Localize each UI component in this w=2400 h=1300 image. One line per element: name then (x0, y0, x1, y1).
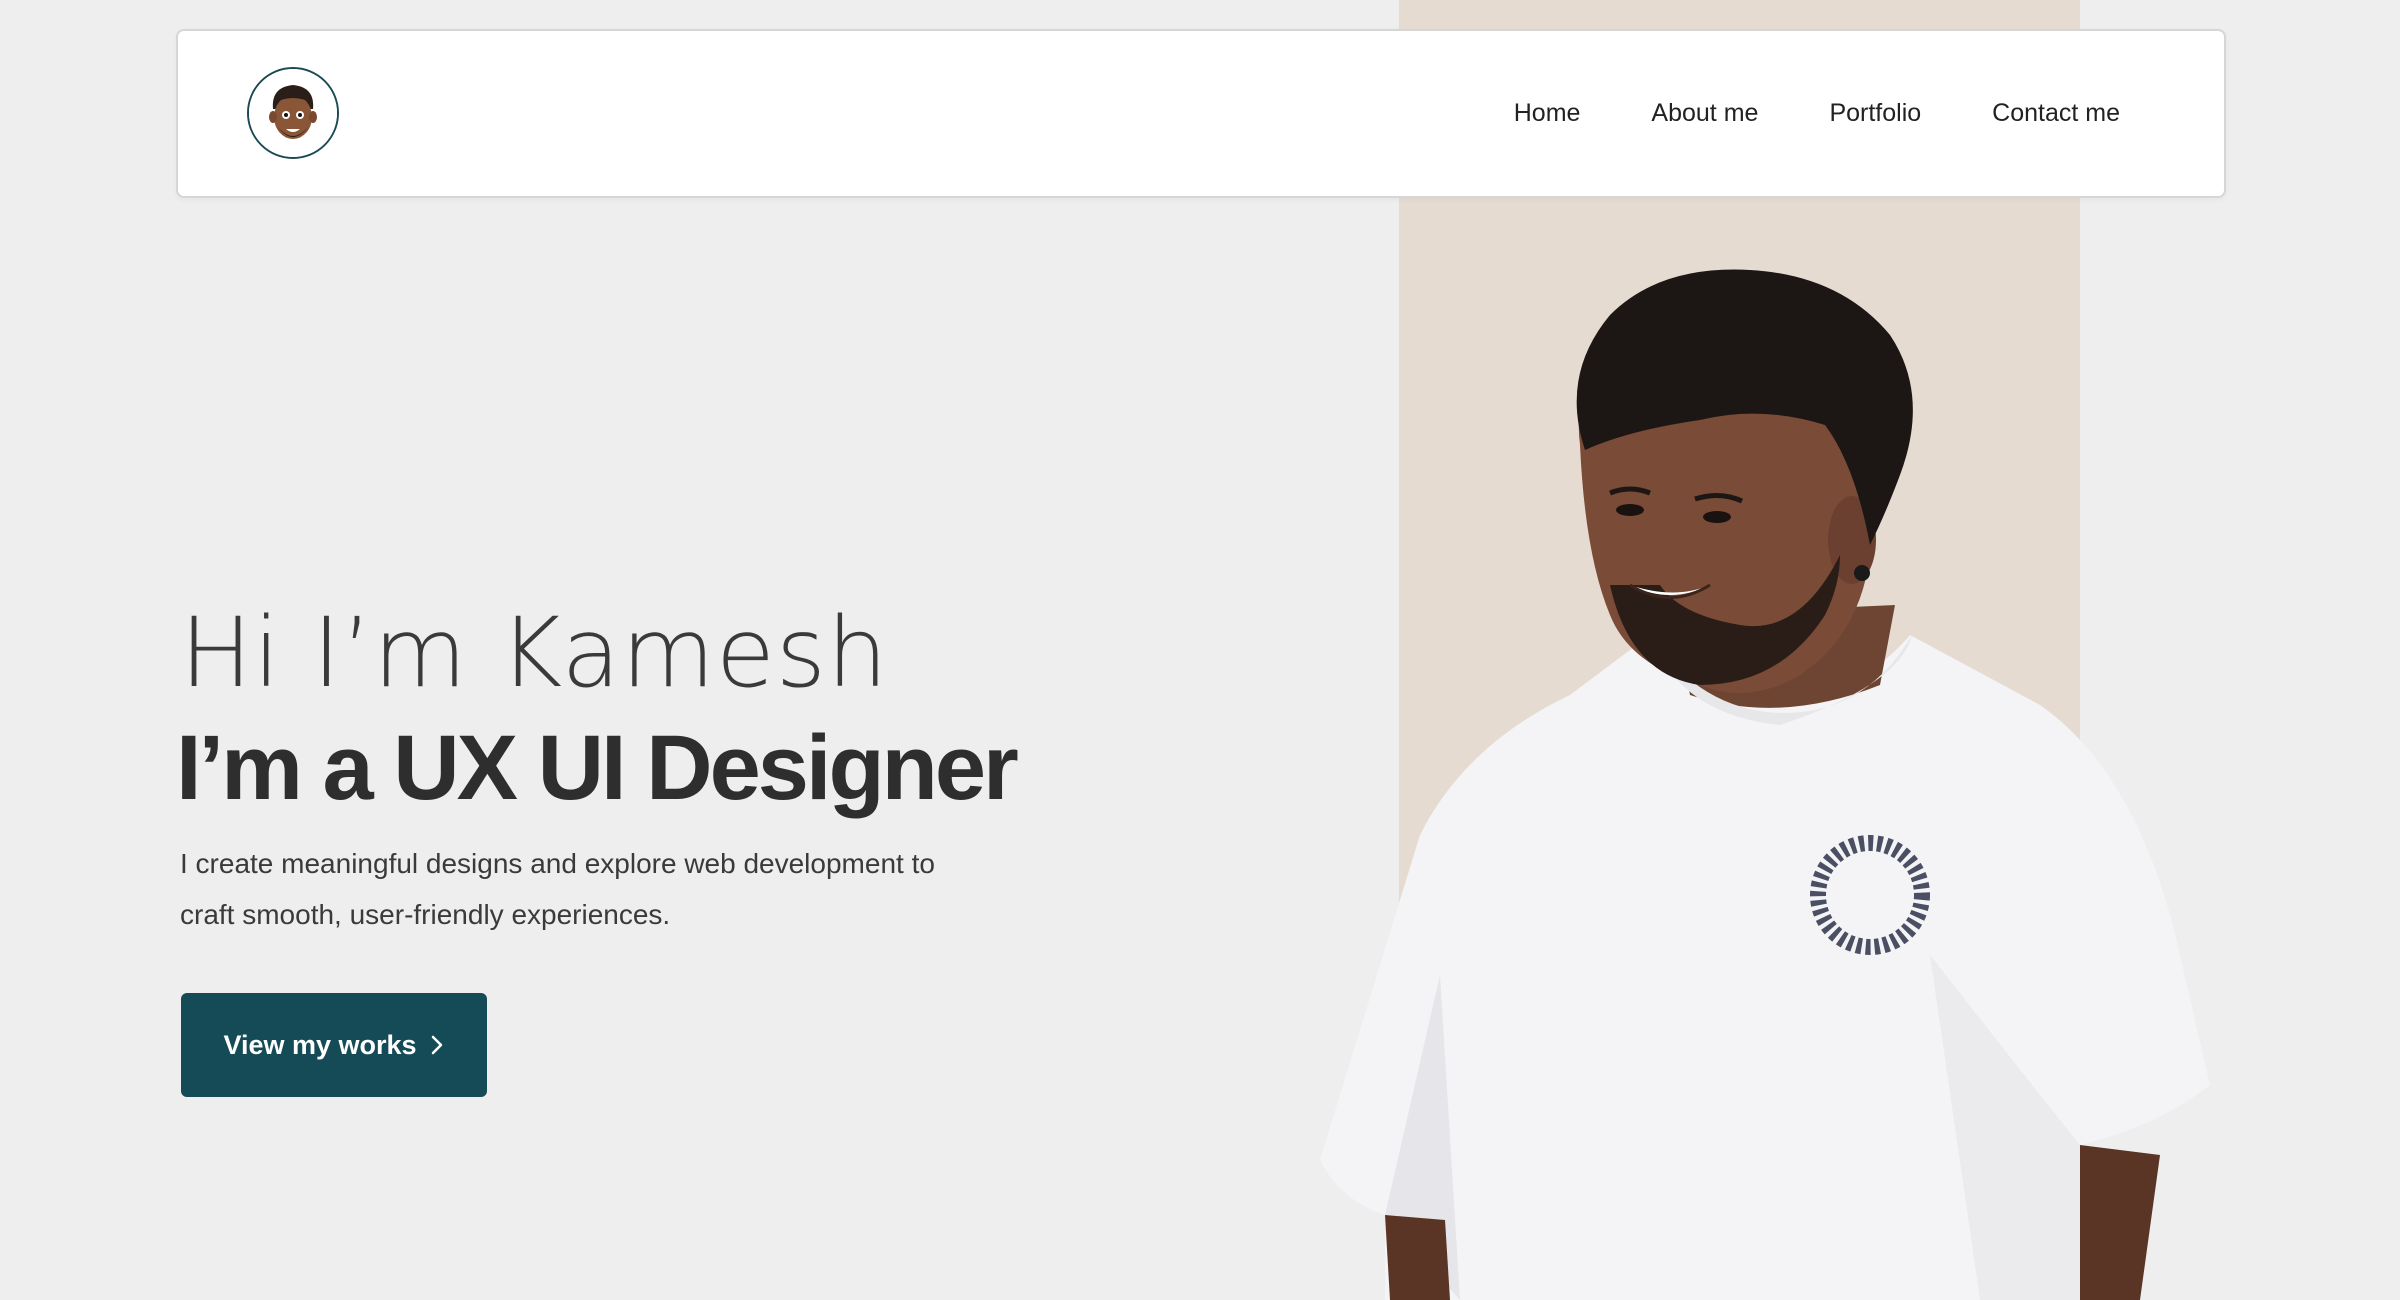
avatar-face-icon (249, 69, 337, 157)
nav-contact-me[interactable]: Contact me (1992, 99, 2120, 128)
nav-home[interactable]: Home (1514, 99, 1581, 128)
top-navbar: Home About me Portfolio Contact me (176, 29, 2226, 198)
hero-greeting: Hi I’m Kamesh (180, 597, 889, 709)
hero-description: I create meaningful designs and explore … (180, 848, 935, 930)
nav-about-me[interactable]: About me (1651, 99, 1758, 128)
avatar-logo[interactable] (247, 67, 339, 159)
cta-label: View my works (223, 1029, 417, 1060)
hero-headline: I’m a UX UI Designer (176, 717, 1019, 819)
nav-links: Home About me Portfolio Contact me (1443, 31, 2120, 196)
view-my-works-button[interactable]: View my works (181, 993, 487, 1097)
chevron-right-icon (431, 1035, 442, 1055)
portrait-photo (1320, 269, 2210, 1300)
nav-portfolio[interactable]: Portfolio (1829, 99, 1921, 128)
